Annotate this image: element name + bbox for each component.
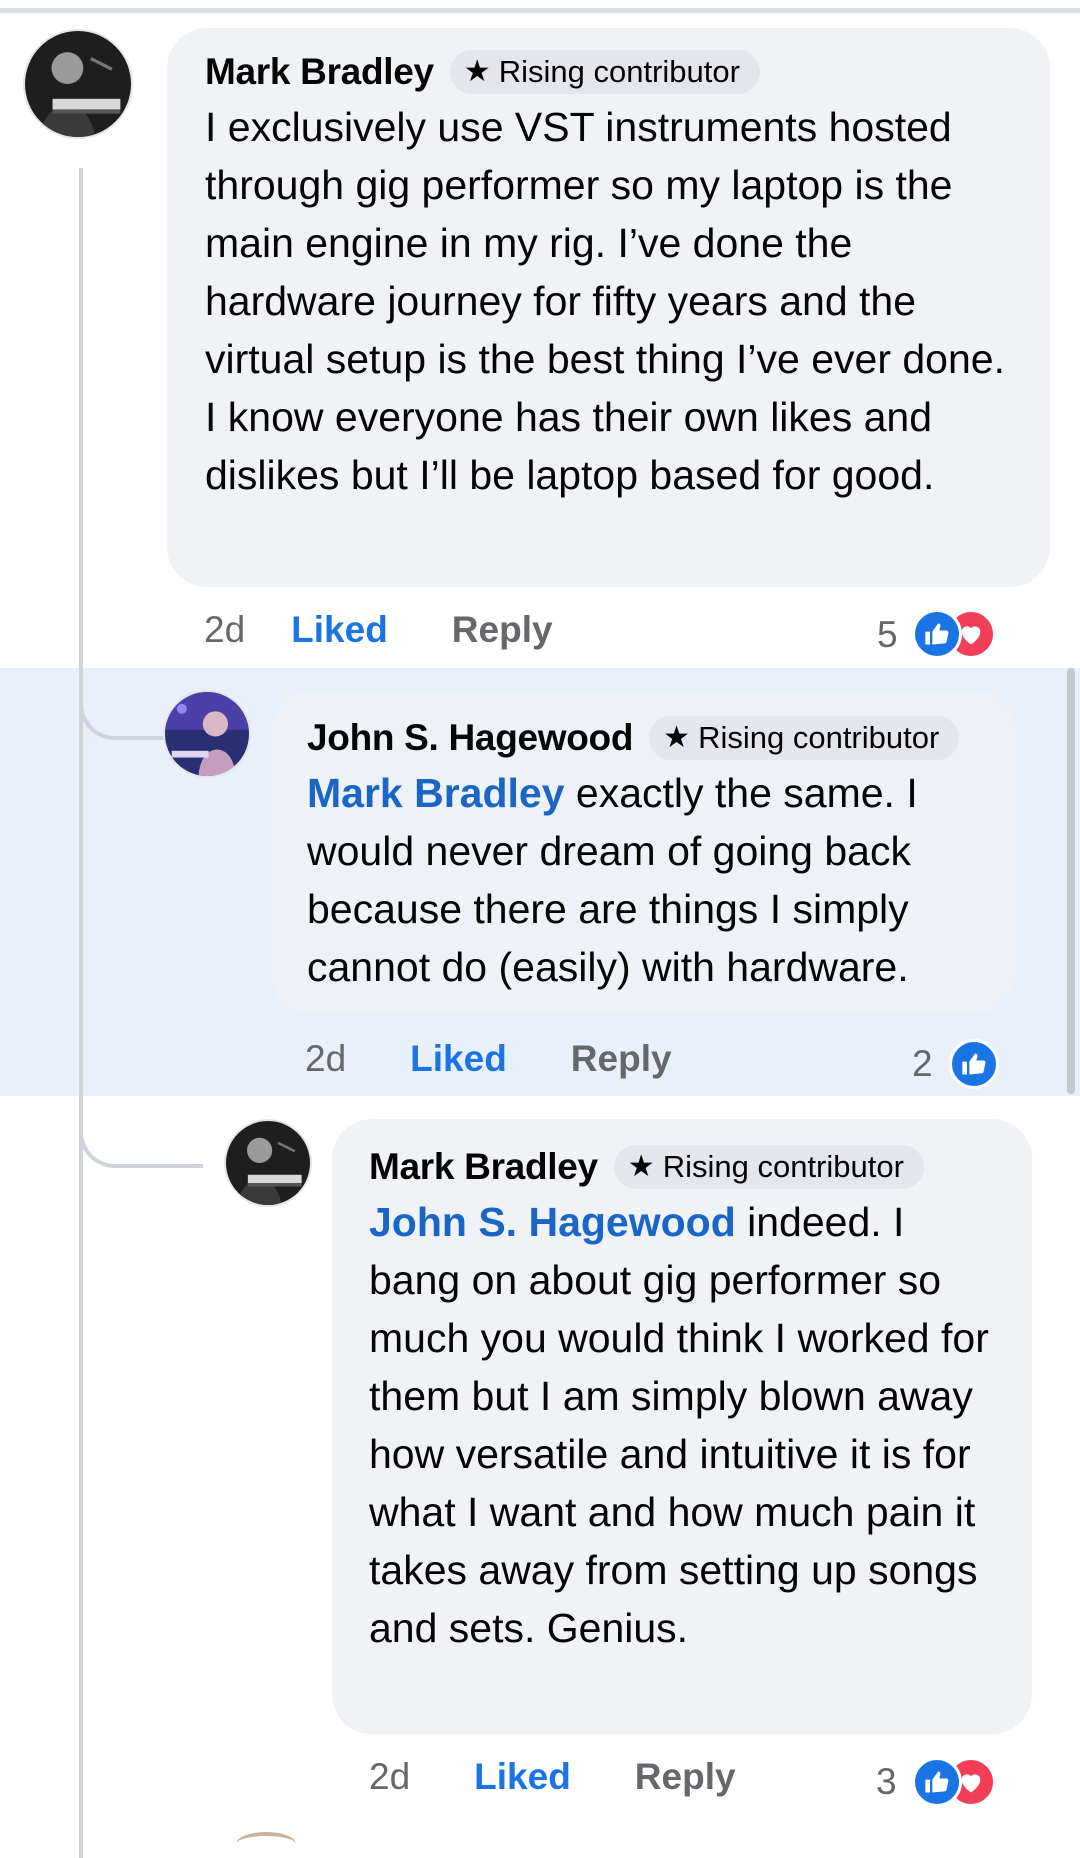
avatar[interactable] bbox=[23, 29, 133, 139]
avatar-photo bbox=[226, 1121, 310, 1205]
reaction-summary[interactable] bbox=[949, 1039, 999, 1089]
reaction-summary[interactable] bbox=[912, 609, 996, 659]
thread-line bbox=[79, 168, 83, 1858]
comment-actions: 2d Liked Reply bbox=[369, 1749, 736, 1805]
like-button[interactable]: Liked bbox=[474, 1756, 571, 1798]
comment-text: I exclusively use VST instruments hosted… bbox=[205, 104, 1005, 498]
reaction-count[interactable]: 2 bbox=[912, 1043, 933, 1085]
comment-timestamp[interactable]: 2d bbox=[369, 1756, 410, 1798]
badge-label: Rising contributor bbox=[662, 1149, 904, 1184]
comment-text-body: indeed. I bang on about gig performer so… bbox=[369, 1199, 989, 1651]
next-comment-avatar-partial bbox=[236, 1832, 296, 1856]
reply-button[interactable]: Reply bbox=[635, 1756, 736, 1798]
avatar-photo bbox=[25, 31, 131, 137]
avatar-photo bbox=[165, 692, 249, 776]
contributor-badge: ★ Rising contributor bbox=[649, 716, 960, 760]
star-icon: ★ bbox=[627, 1150, 655, 1183]
comment-timestamp[interactable]: 2d bbox=[204, 609, 245, 651]
mention-link[interactable]: John S. Hagewood bbox=[369, 1199, 736, 1245]
badge-label: Rising contributor bbox=[698, 720, 940, 755]
reply-button[interactable]: Reply bbox=[571, 1038, 672, 1080]
badge-label: Rising contributor bbox=[498, 54, 740, 89]
comment-text: John S. Hagewood indeed. I bang on about… bbox=[369, 1193, 1006, 1657]
star-icon: ★ bbox=[463, 55, 491, 88]
comment-author[interactable]: John S. Hagewood bbox=[307, 717, 633, 759]
like-button[interactable]: Liked bbox=[410, 1038, 507, 1080]
comment-bubble: Mark Bradley ★ Rising contributor I excl… bbox=[167, 28, 1050, 587]
comment-actions: 2d Liked Reply bbox=[204, 602, 553, 658]
contributor-badge: ★ Rising contributor bbox=[449, 50, 760, 94]
reaction-summary[interactable] bbox=[912, 1757, 996, 1807]
comment-author[interactable]: Mark Bradley bbox=[369, 1146, 598, 1188]
reply-connector bbox=[79, 1090, 203, 1168]
avatar[interactable] bbox=[163, 690, 251, 778]
scrollbar[interactable] bbox=[1067, 668, 1075, 1094]
like-button[interactable]: Liked bbox=[291, 609, 388, 651]
comment-timestamp[interactable]: 2d bbox=[305, 1038, 346, 1080]
like-icon bbox=[912, 609, 962, 659]
top-divider bbox=[0, 8, 1080, 13]
comment-author[interactable]: Mark Bradley bbox=[205, 51, 434, 93]
reply-connector bbox=[79, 640, 167, 740]
like-icon bbox=[949, 1039, 999, 1089]
star-icon: ★ bbox=[663, 721, 691, 754]
reply-button[interactable]: Reply bbox=[452, 609, 553, 651]
reaction-count[interactable]: 5 bbox=[877, 614, 898, 656]
comment-actions: 2d Liked Reply bbox=[305, 1031, 672, 1087]
like-icon bbox=[912, 1757, 962, 1807]
mention-link[interactable]: Mark Bradley bbox=[307, 770, 565, 816]
comment-bubble: Mark Bradley ★ Rising contributor John S… bbox=[332, 1119, 1032, 1734]
contributor-badge: ★ Rising contributor bbox=[613, 1145, 924, 1189]
comment-text: Mark Bradley exactly the same. I would n… bbox=[307, 764, 988, 996]
comment-bubble: John S. Hagewood ★ Rising contributor Ma… bbox=[271, 690, 1016, 1014]
avatar[interactable] bbox=[224, 1119, 312, 1207]
reaction-count[interactable]: 3 bbox=[876, 1761, 897, 1803]
